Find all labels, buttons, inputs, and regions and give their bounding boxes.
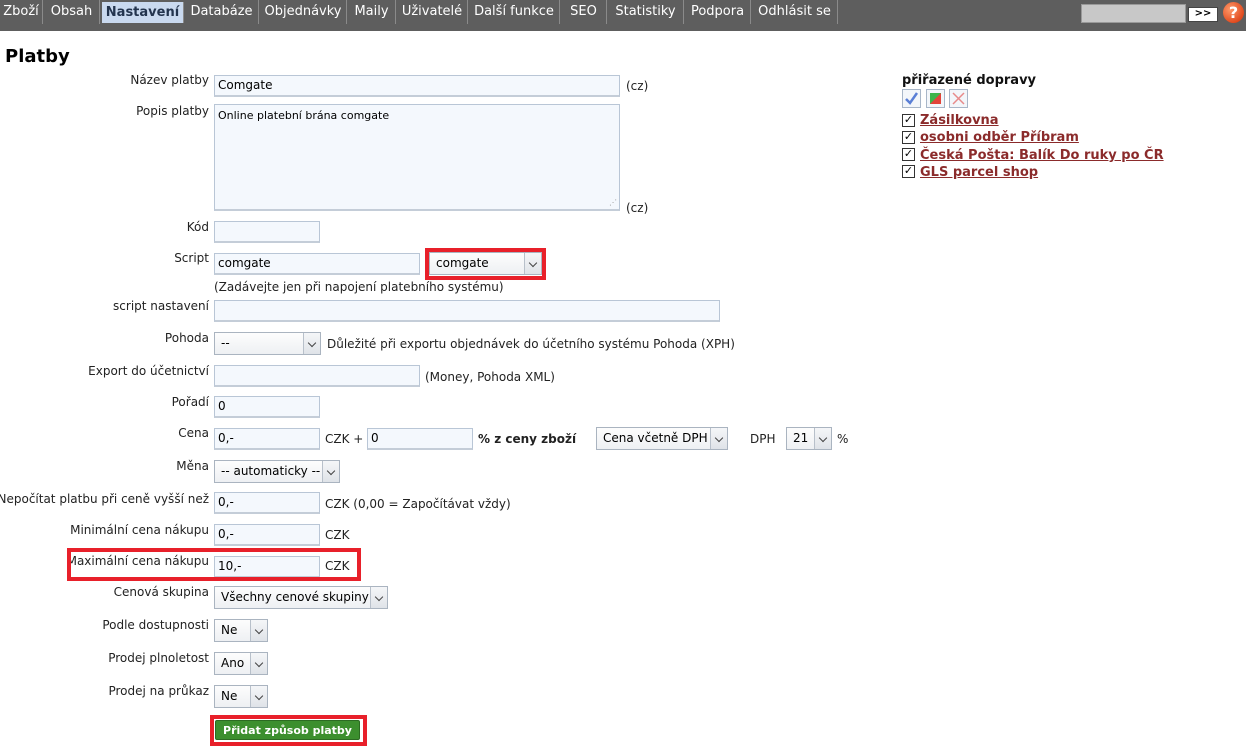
script-hint: (Zadávejte jen při napojení platebního s… — [214, 280, 504, 294]
script-input[interactable]: comgate — [214, 253, 420, 275]
shipping-checkbox[interactable]: ✓ — [902, 165, 915, 178]
dph-select[interactable]: 21 — [786, 427, 832, 450]
label-cenova-skupina: Cenová skupina — [113, 585, 209, 599]
invert-selection-icon[interactable] — [926, 89, 945, 108]
pohoda-select-value: -- — [221, 336, 230, 350]
label-popis-platby: Popis platby — [136, 104, 209, 118]
mena-select[interactable]: -- automaticky -- — [214, 460, 340, 483]
highlight-script-select — [425, 248, 546, 280]
export-hint: (Money, Pohoda XML) — [425, 370, 555, 384]
prukaz-value: Ne — [221, 689, 238, 703]
nav-item-odhlasit[interactable]: Odhlásit se — [752, 0, 838, 24]
pohoda-select[interactable]: -- — [214, 332, 321, 355]
dph-select-value: 21 — [793, 431, 809, 445]
nav-item-objednavky[interactable]: Objednávky — [260, 0, 347, 24]
nav-search-input[interactable] — [1081, 4, 1186, 23]
kod-input[interactable] — [214, 221, 320, 243]
chevron-down-icon — [250, 653, 267, 674]
nav-item-uzivatele[interactable]: Uživatelé — [397, 0, 468, 24]
chevron-down-icon — [322, 461, 339, 482]
chevron-down-icon — [710, 428, 727, 449]
shipping-link-ceska-posta[interactable]: Česká Pošta: Balík Do ruky po ČR — [920, 148, 1164, 163]
popis-platby-textarea[interactable]: Online platební brána comgate ⋰ — [214, 104, 620, 211]
popis-platby-text: Online platební brána comgate — [218, 109, 390, 122]
resize-grip-icon[interactable]: ⋰ — [609, 199, 617, 207]
nav-item-zbozi[interactable]: Zboží — [0, 0, 43, 24]
nepocitat-input[interactable]: 0,- — [214, 492, 320, 514]
cenova-skupina-value: Všechny cenové skupiny — [221, 590, 369, 604]
script-nastaveni-input[interactable] — [214, 300, 720, 322]
cena-input[interactable]: 0,- — [214, 428, 320, 450]
nav-item-maily[interactable]: Maily — [348, 0, 396, 24]
plnoletost-select[interactable]: Ano — [214, 652, 268, 675]
label-min-cena: Minimální cena nákupu — [70, 523, 209, 537]
cena-currency-plus: CZK + — [325, 432, 364, 446]
nav-item-nastaveni[interactable]: Nastavení — [102, 2, 184, 23]
nepocitat-hint: CZK (0,00 = Započítávat vždy) — [325, 497, 511, 511]
dostupnost-select[interactable]: Ne — [214, 619, 268, 642]
cenova-skupina-select[interactable]: Všechny cenové skupiny — [214, 586, 388, 609]
nav-item-obsah[interactable]: Obsah — [44, 0, 100, 24]
highlight-submit — [210, 715, 367, 746]
uncheck-all-icon[interactable] — [949, 89, 968, 108]
poradi-input[interactable]: 0 — [214, 396, 320, 418]
shipping-title: přiřazené dopravy — [902, 73, 1037, 88]
highlight-max-cena — [67, 548, 361, 581]
nav-item-dalsi-funkce[interactable]: Další funkce — [469, 0, 560, 24]
shipping-checkbox[interactable]: ✓ — [902, 131, 915, 144]
shipping-checkbox[interactable]: ✓ — [902, 148, 915, 161]
page-title: Platby — [5, 46, 70, 67]
prukaz-select[interactable]: Ne — [214, 685, 268, 708]
help-icon[interactable]: ? — [1223, 2, 1244, 23]
chevron-down-icon — [814, 428, 831, 449]
nazev-platby-input[interactable]: Comgate — [214, 75, 620, 97]
label-poradi: Pořadí — [171, 395, 209, 409]
shipping-link-zasilkovna[interactable]: Zásilkovna — [920, 113, 999, 128]
label-dostupnost: Podle dostupnosti — [102, 618, 209, 632]
chevron-down-icon — [303, 333, 320, 354]
nav-item-podpora[interactable]: Podpora — [685, 0, 751, 24]
chevron-down-icon — [250, 686, 267, 707]
label-nepocitat: Nepočítat platbu při ceně vyšší než — [0, 492, 209, 506]
price-type-select[interactable]: Cena včetně DPH — [596, 427, 728, 450]
chevron-down-icon — [250, 620, 267, 641]
popis-lang-suffix: (cz) — [626, 201, 649, 215]
nav-item-databaze[interactable]: Databáze — [185, 0, 259, 24]
nav-item-statistiky[interactable]: Statistiky — [608, 0, 684, 24]
label-plnoletost: Prodej plnoletost — [108, 651, 209, 665]
label-script: Script — [174, 251, 209, 265]
mena-select-value: -- automaticky -- — [221, 464, 321, 478]
plnoletost-value: Ano — [221, 656, 245, 670]
label-script-nastaveni: script nastavení — [113, 299, 209, 313]
label-prukaz: Prodej na průkaz — [108, 684, 209, 698]
label-export: Export do účetnictví — [88, 364, 209, 378]
export-input[interactable] — [214, 365, 420, 387]
dph-label: DPH — [750, 432, 776, 446]
nav-item-seo[interactable]: SEO — [561, 0, 607, 24]
chevron-down-icon — [370, 587, 387, 608]
min-cena-input[interactable]: 0,- — [214, 524, 320, 546]
shipping-link-osobni-odber[interactable]: osobni odběr Příbram — [920, 130, 1079, 145]
min-cena-unit: CZK — [325, 528, 350, 542]
shipping-link-gls[interactable]: GLS parcel shop — [920, 165, 1038, 180]
pohoda-hint: Důležité při exportu objednávek do účetn… — [327, 337, 735, 351]
price-type-value: Cena včetně DPH — [603, 431, 708, 445]
nav-search-go-button[interactable]: >> — [1188, 7, 1218, 22]
dostupnost-value: Ne — [221, 623, 238, 637]
label-pohoda: Pohoda — [164, 331, 209, 345]
top-navigation: Zboží Obsah Nastavení Databáze Objednávk… — [0, 0, 1246, 31]
cena-percent-label: % z ceny zboží — [478, 432, 577, 446]
shipping-checkbox[interactable]: ✓ — [902, 114, 915, 127]
label-cena: Cena — [178, 426, 209, 440]
label-mena: Měna — [176, 459, 209, 473]
dph-unit: % — [837, 432, 849, 446]
cena-percent-input[interactable]: 0 — [367, 428, 473, 450]
nazev-lang-suffix: (cz) — [626, 79, 649, 93]
label-kod: Kód — [186, 220, 209, 234]
label-nazev-platby: Název platby — [130, 73, 209, 87]
check-all-icon[interactable] — [902, 89, 921, 108]
